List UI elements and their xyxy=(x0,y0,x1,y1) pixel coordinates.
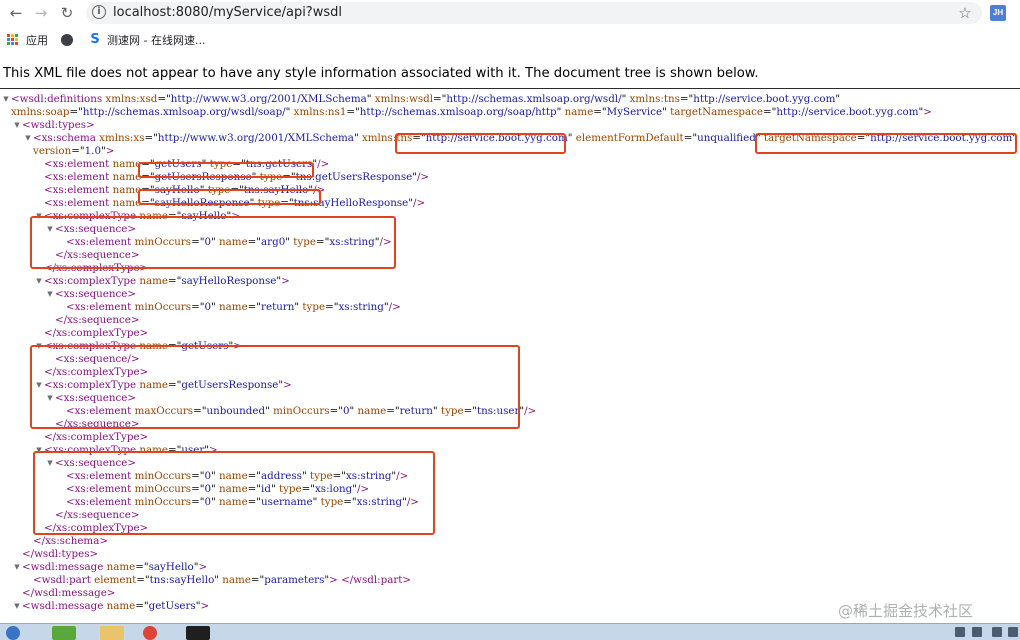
notice-divider xyxy=(0,88,1020,89)
tray-icon[interactable] xyxy=(1008,627,1018,637)
arrow-left-icon[interactable]: ← xyxy=(6,3,26,23)
xml-line: <xs:complexType name="getUsersResponse"> xyxy=(44,379,292,391)
watermark: @稀土掘金技术社区 xyxy=(838,602,974,620)
xml-line: <xs:element name="getUsersResponse" type… xyxy=(44,171,430,183)
xml-line: <wsdl:definitions xmlns:xsd="http://www.… xyxy=(11,93,841,105)
xml-line: </xs:complexType> xyxy=(44,366,149,378)
collapse-toggle-icon[interactable]: ▼ xyxy=(35,210,43,223)
xml-line: <xs:sequence> xyxy=(55,457,137,469)
tray-icon[interactable] xyxy=(992,627,1002,637)
app-icon[interactable] xyxy=(52,626,76,640)
xml-line: </wsdl:message> xyxy=(22,587,116,599)
collapse-toggle-icon[interactable]: ▼ xyxy=(46,392,54,405)
start-icon[interactable] xyxy=(6,626,20,640)
collapse-toggle-icon[interactable]: ▼ xyxy=(35,379,43,392)
folder-icon[interactable] xyxy=(100,626,124,640)
collapse-toggle-icon[interactable]: ▼ xyxy=(24,132,32,145)
xml-line: <xs:element maxOccurs="unbounded" minOcc… xyxy=(66,405,537,417)
collapse-toggle-icon[interactable]: ▼ xyxy=(35,275,43,288)
star-icon[interactable]: ☆ xyxy=(955,3,975,23)
xml-line: version="1.0"> xyxy=(33,145,115,157)
xml-line: <xs:sequence> xyxy=(55,392,137,404)
xml-line: </wsdl:types> xyxy=(22,548,99,560)
collapse-toggle-icon[interactable]: ▼ xyxy=(46,223,54,236)
bookmarks-bar: 应用 S 测速网 - 在线网速... xyxy=(0,27,1020,54)
collapse-toggle-icon[interactable]: ▼ xyxy=(35,444,43,457)
collapse-toggle-icon[interactable]: ▼ xyxy=(46,288,54,301)
apps-grid-icon[interactable] xyxy=(7,34,19,46)
xml-line: <xs:element minOccurs="0" name="username… xyxy=(66,496,419,508)
xml-line: <xs:element minOccurs="0" name="return" … xyxy=(66,301,401,313)
collapse-toggle-icon[interactable]: ▼ xyxy=(13,119,21,132)
reload-icon[interactable]: ↻ xyxy=(57,3,77,23)
collapse-toggle-icon[interactable]: ▼ xyxy=(13,561,21,574)
xml-line: xmlns:soap="http://schemas.xmlsoap.org/w… xyxy=(11,106,932,118)
speedtest-icon[interactable]: S xyxy=(88,33,102,47)
arrow-right-icon[interactable]: → xyxy=(31,3,51,23)
xml-line: <xs:element minOccurs="0" name="id" type… xyxy=(66,483,370,495)
chrome-icon[interactable] xyxy=(143,626,157,640)
xml-line: <xs:sequence/> xyxy=(55,353,140,365)
profile-avatar[interactable]: JH xyxy=(990,5,1006,21)
bookmark-apps[interactable]: 应用 xyxy=(26,32,48,48)
xml-line: </xs:sequence> xyxy=(55,314,140,326)
xml-line: <xs:complexType name="user"> xyxy=(44,444,218,456)
xml-line: <xs:element name="sayHello" type="tns:sa… xyxy=(44,184,326,196)
collapse-toggle-icon[interactable]: ▼ xyxy=(13,600,21,613)
xml-line: <xs:sequence> xyxy=(55,223,137,235)
tray-icon[interactable] xyxy=(955,627,965,637)
taskbar xyxy=(0,623,1020,640)
info-icon[interactable]: i xyxy=(92,5,106,19)
xml-line: <xs:complexType name="sayHello"> xyxy=(44,210,240,222)
xml-line: <wsdl:message name="sayHello"> xyxy=(22,561,208,573)
xml-line: <wsdl:types> xyxy=(22,119,95,131)
xml-line: </xs:complexType> xyxy=(44,522,149,534)
xml-line: <xs:sequence> xyxy=(55,288,137,300)
xml-line: <xs:complexType name="getUsers"> xyxy=(44,340,242,352)
bookmark-speedtest[interactable]: 测速网 - 在线网速... xyxy=(107,32,205,48)
xml-line: <wsdl:message name="getUsers"> xyxy=(22,600,210,612)
collapse-toggle-icon[interactable]: ▼ xyxy=(2,93,10,106)
collapse-toggle-icon[interactable]: ▼ xyxy=(35,340,43,353)
xml-line: <xs:element name="sayHelloResponse" type… xyxy=(44,197,426,209)
xml-line: </xs:sequence> xyxy=(55,249,140,261)
address-url[interactable]: localhost:8080/myService/api?wsdl xyxy=(113,5,342,20)
xml-notice: This XML file does not appear to have an… xyxy=(3,66,759,81)
xml-line: <wsdl:part element="tns:sayHello" name="… xyxy=(33,574,412,586)
collapse-toggle-icon[interactable]: ▼ xyxy=(46,457,54,470)
xml-line: </xs:sequence> xyxy=(55,418,140,430)
xml-line: <xs:element minOccurs="0" name="address"… xyxy=(66,470,409,482)
intellij-icon[interactable] xyxy=(186,626,210,640)
xml-line: <xs:complexType name="sayHelloResponse"> xyxy=(44,275,290,287)
globe-icon[interactable] xyxy=(61,34,73,46)
xml-line: <xs:element minOccurs="0" name="arg0" ty… xyxy=(66,236,392,248)
xml-line: </xs:complexType> xyxy=(44,262,149,274)
xml-tree: ▼ <wsdl:definitions xmlns:xsd="http://www… xyxy=(0,93,1020,623)
xml-line: </xs:sequence> xyxy=(55,509,140,521)
address-bar[interactable]: i localhost:8080/myService/api?wsdl xyxy=(86,2,982,24)
xml-line: </xs:complexType> xyxy=(44,327,149,339)
xml-line: <xs:element name="getUsers" type="tns:ge… xyxy=(44,158,330,170)
xml-line: </xs:schema> xyxy=(33,535,108,547)
xml-line: <xs:schema xmlns:xs="http://www.w3.org/2… xyxy=(33,132,1017,144)
xml-line: </xs:complexType> xyxy=(44,431,149,443)
tray-icon[interactable] xyxy=(972,627,982,637)
browser-toolbar: ← → ↻ i localhost:8080/myService/api?wsd… xyxy=(0,0,1020,27)
